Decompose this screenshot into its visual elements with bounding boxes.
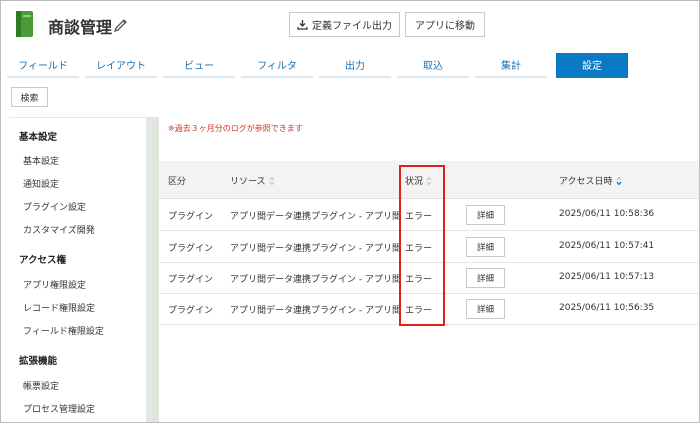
column-category: 区分: [168, 174, 186, 187]
tab-layout[interactable]: レイアウト: [85, 53, 157, 78]
row-access-time: 2025/06/11 10:57:13: [559, 272, 655, 282]
sidebar-item-field-permission[interactable]: フィールド権限設定: [23, 324, 104, 337]
column-resource[interactable]: リソース: [230, 174, 275, 187]
row-access-time: 2025/06/11 10:56:35: [559, 303, 655, 313]
sidebar-item-notification[interactable]: 通知設定: [23, 177, 59, 190]
settings-tabs: フィールド レイアウト ビュー フィルタ 出力 取込 集計 設定: [1, 53, 699, 79]
row-category: プラグイン: [168, 244, 214, 254]
row-resource: アプリ間データ連携プラグイン - アプリ間データ連携: [230, 275, 399, 285]
detail-button[interactable]: 詳細: [466, 299, 505, 319]
export-definition-button[interactable]: 定義ファイル出力: [289, 12, 400, 37]
sidebar-item-process[interactable]: プロセス管理設定: [23, 402, 95, 415]
search-button[interactable]: 検索: [11, 87, 48, 107]
app-title: 商談管理: [48, 18, 113, 37]
detail-button[interactable]: 詳細: [466, 205, 505, 225]
log-notice: ※過去３ヶ月分のログが参照できます: [168, 124, 303, 133]
tab-settings[interactable]: 設定: [556, 53, 628, 78]
tab-import[interactable]: 取込: [397, 53, 469, 78]
column-access-time-label: アクセス日時: [559, 177, 613, 187]
row-resource: アプリ間データ連携プラグイン - アプリ間データ連携: [230, 212, 399, 222]
row-resource: アプリ間データ連携プラグイン - アプリ間データ連携: [230, 244, 399, 254]
goto-app-button[interactable]: アプリに移動: [405, 12, 485, 37]
row-resource: アプリ間データ連携プラグイン - アプリ間データ連携: [230, 306, 399, 316]
row-category: プラグイン: [168, 212, 214, 222]
sidebar-heading-extension: 拡張機能: [19, 356, 58, 367]
tab-view[interactable]: ビュー: [163, 53, 235, 78]
pencil-edit-icon[interactable]: [113, 16, 129, 32]
notebook-app-icon: [16, 11, 33, 37]
sidebar-scrollbar[interactable]: [151, 117, 159, 422]
tab-filter[interactable]: フィルタ: [241, 53, 313, 78]
sidebar-heading-basic: 基本設定: [19, 132, 58, 143]
column-category-label: 区分: [168, 177, 187, 187]
sort-icon[interactable]: [269, 176, 275, 186]
tab-output[interactable]: 出力: [319, 53, 391, 78]
column-resource-label: リソース: [230, 177, 266, 187]
sidebar-heading-access: アクセス権: [19, 255, 67, 266]
row-category: プラグイン: [168, 275, 214, 285]
header: 商談管理 定義ファイル出力 アプリに移動: [1, 1, 699, 49]
detail-button[interactable]: 詳細: [466, 237, 505, 257]
row-access-time: 2025/06/11 10:58:36: [559, 209, 655, 219]
status-column-highlight: [399, 165, 445, 326]
sidebar-item-report[interactable]: 帳票設定: [23, 379, 59, 392]
detail-button[interactable]: 詳細: [466, 268, 505, 288]
sidebar: 基本設定 基本設定 通知設定 プラグイン設定 カスタマイズ開発 アクセス権 アプ…: [9, 117, 151, 422]
download-icon: [297, 20, 308, 30]
sidebar-item-basic-settings[interactable]: 基本設定: [23, 154, 59, 167]
sidebar-item-record-permission[interactable]: レコード権限設定: [23, 301, 95, 314]
sidebar-item-app-permission[interactable]: アプリ権限設定: [23, 278, 86, 291]
tab-field[interactable]: フィールド: [7, 53, 79, 78]
app-window: 商談管理 定義ファイル出力 アプリに移動 フィールド レイアウト ビュー フィル…: [0, 0, 700, 423]
column-access-time[interactable]: アクセス日時: [559, 174, 622, 187]
sidebar-item-customize[interactable]: カスタマイズ開発: [23, 223, 95, 236]
row-access-time: 2025/06/11 10:57:41: [559, 241, 655, 251]
tab-aggregate[interactable]: 集計: [475, 53, 547, 78]
sidebar-item-plugin[interactable]: プラグイン設定: [23, 200, 86, 213]
sort-desc-icon[interactable]: [616, 176, 622, 186]
row-category: プラグイン: [168, 306, 214, 316]
export-label: 定義ファイル出力: [312, 21, 392, 32]
